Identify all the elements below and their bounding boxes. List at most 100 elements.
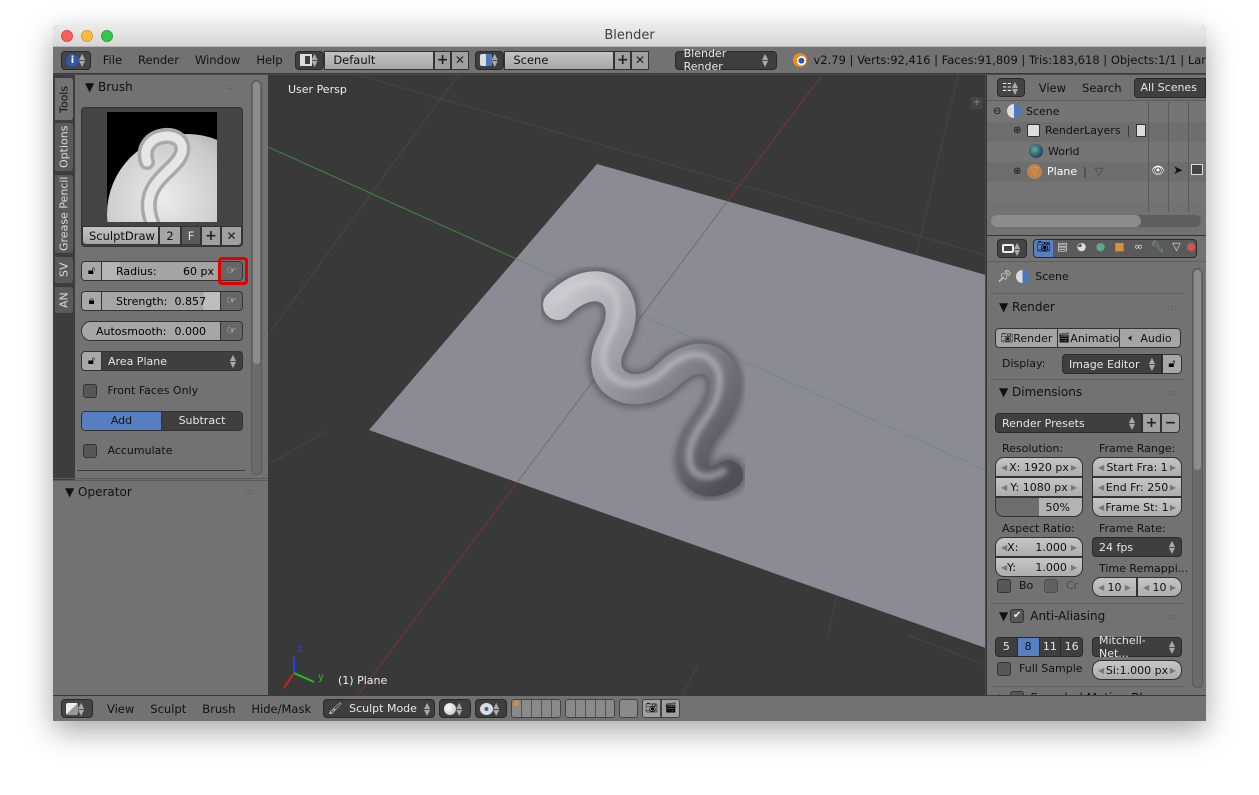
screen-layout-selector[interactable]: ▲ ▼ xyxy=(294,50,325,70)
resolution-y-field[interactable]: ◀ Y: 1080 px ▶ xyxy=(995,477,1083,497)
strength-pressure-toggle[interactable]: ☞ xyxy=(220,292,242,310)
crop-checkbox[interactable]: Cr xyxy=(1044,579,1078,593)
object-tab-icon[interactable]: ■ xyxy=(1110,240,1129,257)
menu-sculpt[interactable]: Sculpt xyxy=(142,702,194,716)
render-layers-tab-icon[interactable]: ▤ xyxy=(1053,240,1072,257)
selectability-cursor-icon[interactable]: ➤ xyxy=(1173,163,1183,177)
minimize-window-button[interactable] xyxy=(81,30,93,42)
tab-an[interactable]: AN xyxy=(55,287,73,313)
render-tab-camera-icon[interactable]: 📷︎ xyxy=(1034,240,1053,257)
add-region-plus-icon[interactable]: + xyxy=(971,97,983,109)
modifiers-tab-icon[interactable]: 🔧︎ xyxy=(1148,240,1167,257)
add-preset-button[interactable]: + xyxy=(1142,413,1161,433)
fake-user-toggle[interactable]: F xyxy=(181,226,201,245)
aspect-x-field[interactable]: ◀ X: 1.000 ▶ xyxy=(995,537,1083,557)
anti-aliasing-checkbox[interactable]: ✔ xyxy=(1010,609,1025,623)
constraints-tab-icon[interactable]: ∞ xyxy=(1129,240,1148,257)
brush-preview-frame[interactable]: SculptDraw 2 F + ✕ xyxy=(81,107,243,247)
render-opengl-animation-icon[interactable]: 🎬︎ xyxy=(661,699,681,718)
material-tab-icon[interactable]: ● xyxy=(1186,240,1196,257)
outliner-item-world[interactable]: World xyxy=(1029,144,1080,158)
layout-name-field[interactable]: Default xyxy=(324,50,435,70)
collapse-icon[interactable]: ⊖ xyxy=(993,106,1003,117)
render-animation-button[interactable]: 🎬︎ Animatio xyxy=(1058,329,1120,347)
add-button[interactable]: Add xyxy=(82,412,162,430)
tab-grease-pencil[interactable]: Grease Pencil xyxy=(55,175,73,253)
properties-editor-type[interactable]: ▲ ▼ xyxy=(997,239,1027,258)
lock-interface-icon[interactable]: 🔓︎ xyxy=(1162,354,1182,374)
menu-file[interactable]: File xyxy=(95,53,130,67)
remove-preset-button[interactable]: − xyxy=(1161,413,1180,433)
zoom-window-button[interactable] xyxy=(101,30,113,42)
autosmooth-pressure-toggle[interactable]: ☞ xyxy=(220,322,242,340)
menu-render[interactable]: Render xyxy=(130,53,187,67)
editor-type-3d-view[interactable]: ▲ ▼ xyxy=(61,699,93,718)
render-engine-selector[interactable]: Blender Render ▲ ▼ xyxy=(674,47,778,73)
sculpt-plane-lock-icon[interactable]: 🔓︎ xyxy=(82,352,102,370)
expand-icon[interactable]: ⊕ xyxy=(1013,125,1023,136)
tab-sv[interactable]: SV xyxy=(55,257,73,283)
aa-filter-dropdown[interactable]: Mitchell-Net... ▲ ▼ xyxy=(1092,634,1182,660)
add-layout-button[interactable]: + xyxy=(434,50,452,70)
world-tab-icon[interactable]: ● xyxy=(1091,240,1110,257)
render-opengl-image-icon[interactable]: 📷︎ xyxy=(642,699,662,718)
add-scene-button[interactable]: + xyxy=(614,50,632,70)
menu-hide-mask[interactable]: Hide/Mask xyxy=(243,702,319,716)
brush-users-count[interactable]: 2 xyxy=(159,226,181,245)
menu-window[interactable]: Window xyxy=(187,53,248,67)
anti-aliasing-panel-header[interactable]: ▼ ✔ Anti-Aliasing xyxy=(999,609,1105,623)
brush-name-field[interactable]: SculptDraw xyxy=(82,226,159,245)
render-image-button[interactable]: 📷︎ Render xyxy=(996,329,1058,347)
aa-samples-8[interactable]: 8 xyxy=(1017,638,1040,656)
render-audio-button[interactable]: 🔈︎ Audio xyxy=(1120,329,1180,347)
aa-samples-16[interactable]: 16 xyxy=(1061,638,1082,656)
aa-samples-11[interactable]: 11 xyxy=(1040,638,1062,656)
outliner-item-plane[interactable]: ⊕ ▽ Plane | ▽ xyxy=(1013,164,1103,179)
menu-help[interactable]: Help xyxy=(248,53,290,67)
scene-name-field[interactable]: Scene xyxy=(504,50,615,70)
scene-selector[interactable]: ▲ ▼ xyxy=(474,50,505,70)
viewport-shading-dropdown[interactable]: ▲ ▼ xyxy=(439,699,472,718)
add-brush-button[interactable]: + xyxy=(201,226,221,246)
outliner-item-scene[interactable]: ⊖ Scene xyxy=(993,104,1060,118)
sculpt-plane-dropdown[interactable]: Area Plane ▲ ▼ xyxy=(102,352,242,370)
panel-grip-icon[interactable]: ∷∷ xyxy=(1167,304,1176,313)
radius-slider[interactable]: Radius: 60 px xyxy=(102,262,220,280)
renderability-camera-icon[interactable] xyxy=(1191,164,1203,175)
interaction-mode-dropdown[interactable]: 🖌︎ Sculpt Mode ▲ ▼ xyxy=(323,699,436,718)
render-presets-dropdown[interactable]: Render Presets ▲ ▼ xyxy=(995,413,1142,433)
frame-rate-dropdown[interactable]: 24 fps ▲ ▼ xyxy=(1092,537,1182,557)
strength-slider[interactable]: Strength: 0.857 xyxy=(102,292,220,310)
pivot-point-dropdown[interactable]: ▲ ▼ xyxy=(475,699,508,718)
aspect-y-field[interactable]: ◀ Y: 1.000 ▶ xyxy=(995,557,1083,577)
operator-panel-title-row[interactable]: ▼ Operator xyxy=(65,485,132,499)
radius-lock-icon[interactable]: 🔓︎ xyxy=(82,262,102,280)
outliner-display-mode[interactable]: All Scenes xyxy=(1133,77,1206,98)
resolution-percentage-slider[interactable]: 50% xyxy=(995,497,1083,517)
menu-brush[interactable]: Brush xyxy=(194,702,243,716)
outliner-menu-view[interactable]: View xyxy=(1039,81,1066,95)
editor-type-selector[interactable]: i ▲ ▼ xyxy=(61,50,91,70)
panel-grip-icon[interactable]: ∷∷ xyxy=(1167,389,1176,398)
strength-lock-icon[interactable]: 🔒︎ xyxy=(82,292,102,310)
outliner-horizontal-scrollbar[interactable] xyxy=(991,215,1201,227)
pin-icon[interactable]: 📌︎ xyxy=(997,269,1012,283)
aa-samples-5[interactable]: 5 xyxy=(996,638,1018,656)
tab-tools[interactable]: Tools xyxy=(55,78,73,120)
3d-viewport[interactable]: User Persp z y (1) Plane + xyxy=(268,75,985,695)
menu-view[interactable]: View xyxy=(99,702,142,716)
outliner-editor-type[interactable]: ☷ ▲ ▼ xyxy=(997,78,1025,97)
display-dropdown[interactable]: Image Editor ▲ ▼ xyxy=(1062,354,1162,374)
panel-grip-icon[interactable]: ∷∷ xyxy=(1167,613,1176,622)
accumulate-checkbox[interactable]: Accumulate xyxy=(83,444,172,458)
front-faces-only-checkbox[interactable]: Front Faces Only xyxy=(83,384,198,398)
end-frame-field[interactable]: ◀ End Fr: 250 ▶ xyxy=(1092,477,1182,497)
data-tab-icon[interactable]: ▽ xyxy=(1167,240,1186,257)
outliner-menu-search[interactable]: Search xyxy=(1082,81,1122,95)
remove-brush-button[interactable]: ✕ xyxy=(221,226,242,246)
visibility-eye-icon[interactable]: 👁︎ xyxy=(1151,164,1165,177)
full-sample-checkbox[interactable]: Full Sample xyxy=(997,662,1083,676)
frame-step-field[interactable]: ◀ Frame St: 1 ▶ xyxy=(1092,497,1182,517)
toolshelf-scrollbar[interactable] xyxy=(251,80,262,475)
remove-scene-button[interactable]: ✕ xyxy=(631,50,649,70)
